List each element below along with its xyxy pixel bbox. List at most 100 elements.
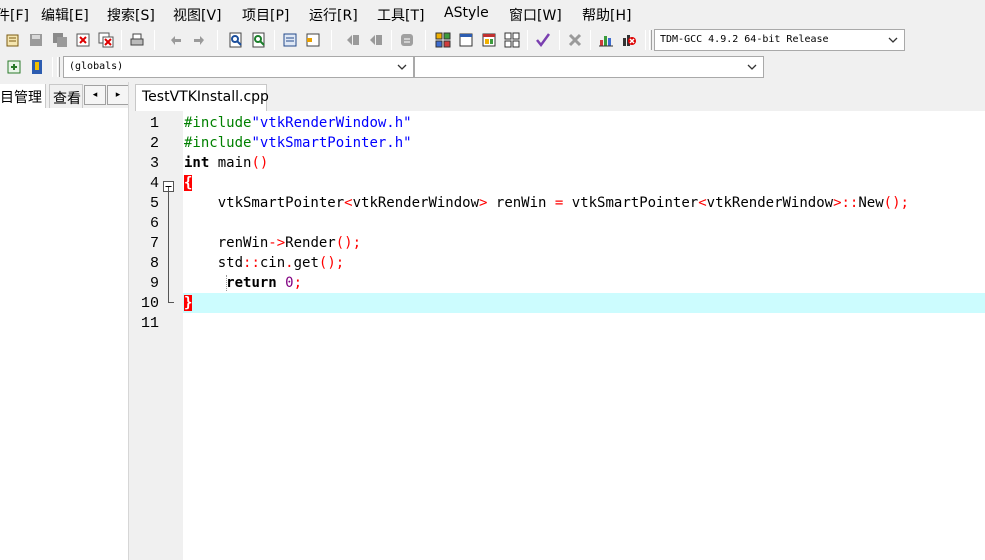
menu-astyle[interactable]: AStyle: [444, 5, 489, 21]
save-icon[interactable]: [26, 30, 46, 50]
string-token: "vtkRenderWindow.h": [251, 115, 412, 131]
menu-help[interactable]: 帮助[H]: [582, 5, 631, 25]
save-all-icon[interactable]: [50, 30, 70, 50]
symbol-select[interactable]: [414, 56, 764, 78]
line-number: 2: [149, 135, 159, 152]
line-number: 6: [149, 215, 159, 232]
symbol-token: ();: [335, 235, 362, 251]
menu-project[interactable]: 项目[P]: [242, 5, 289, 25]
identifier-token: renWin: [184, 235, 269, 251]
identifier-token: vtkSmartPointer: [563, 195, 699, 211]
symbol-token: <: [698, 195, 707, 211]
new-class-icon[interactable]: [4, 57, 24, 77]
tab-project-manager[interactable]: 目管理: [0, 84, 46, 108]
menu-run[interactable]: 运行[R]: [309, 5, 358, 25]
code-text: int main(): [184, 155, 268, 171]
close-icon[interactable]: [73, 30, 93, 50]
menu-window[interactable]: 窗口[W]: [509, 5, 562, 25]
line-number: 5: [149, 195, 159, 212]
code-editor[interactable]: 1 #include"vtkRenderWindow.h" 2 #include…: [135, 111, 985, 560]
symbol-token: .: [285, 255, 294, 271]
find-icon[interactable]: [226, 30, 246, 50]
tab-scroll-right-button[interactable]: ▸: [107, 85, 129, 105]
number-token: 0: [285, 275, 294, 291]
replace-icon[interactable]: [249, 30, 269, 50]
syntax-check-icon[interactable]: [533, 30, 553, 50]
preprocessor-token: #include: [184, 115, 252, 131]
fold-end-marker: [168, 293, 174, 303]
tab-class-view[interactable]: 查看: [49, 84, 83, 108]
project-panel-tabs: 目管理 查看 ◂ ▸: [0, 82, 133, 108]
goto-line-icon[interactable]: [280, 30, 300, 50]
code-line: 9 return 0;: [135, 273, 985, 293]
identifier-token: cin: [259, 255, 286, 271]
debug-icon[interactable]: [619, 30, 639, 50]
scope-select-value: (globals): [69, 61, 124, 72]
compiler-select-value: TDM-GCC 4.9.2 64-bit Release: [660, 34, 829, 45]
line-number: 7: [149, 235, 159, 252]
chevron-down-icon[interactable]: [745, 60, 759, 74]
code-line: 1 #include"vtkRenderWindow.h": [135, 113, 985, 133]
close-all-icon[interactable]: [96, 30, 116, 50]
symbol-token: ();: [883, 195, 909, 211]
class-toolbar: (globals): [0, 54, 985, 80]
tab-testvtkinstall-cpp[interactable]: TestVTKInstall.cpp: [135, 84, 269, 111]
menu-tools[interactable]: 工具[T]: [377, 5, 424, 25]
code-line: 5 vtkSmartPointer<vtkRenderWindow> renWi…: [135, 193, 985, 213]
matched-brace: }: [184, 295, 193, 311]
compiler-select[interactable]: TDM-GCC 4.9.2 64-bit Release: [654, 29, 905, 51]
stop-icon[interactable]: [565, 30, 585, 50]
rebuild-icon[interactable]: [502, 30, 522, 50]
code-line: 10 }: [135, 293, 985, 313]
undo-icon[interactable]: [166, 30, 186, 50]
symbol-token: <: [344, 195, 353, 211]
menu-search[interactable]: 搜索[S]: [107, 5, 155, 25]
insert-icon[interactable]: [27, 57, 47, 77]
tab-scroll-left-button[interactable]: ◂: [84, 85, 106, 105]
current-line-highlight: [183, 293, 985, 313]
code-text: vtkSmartPointer<vtkRenderWindow> renWin …: [184, 195, 909, 211]
project-tree[interactable]: [0, 108, 128, 560]
line-number: 4: [149, 175, 159, 192]
code-text: }: [184, 295, 193, 311]
line-number: 9: [149, 275, 159, 292]
devcpp-window: 件[F] 编辑[E] 搜索[S] 视图[V] 项目[P] 运行[R] 工具[T]…: [0, 0, 985, 560]
print-icon[interactable]: [127, 30, 147, 50]
identifier-token: vtkRenderWindow: [352, 195, 480, 211]
open-project-icon[interactable]: [3, 30, 23, 50]
symbol-token: ::: [243, 255, 260, 271]
identifier-token: vtkSmartPointer: [184, 195, 345, 211]
line-number: 8: [149, 255, 159, 272]
code-line: 4 {: [135, 173, 985, 193]
fold-range-line: [168, 187, 169, 293]
compile-run-icon[interactable]: [479, 30, 499, 50]
scope-select[interactable]: (globals): [63, 56, 414, 78]
bookmark-icon[interactable]: [303, 30, 323, 50]
menu-file[interactable]: 件[F]: [0, 5, 29, 25]
code-text: #include"vtkSmartPointer.h": [184, 135, 412, 151]
code-line: 7 renWin->Render();: [135, 233, 985, 253]
profile-icon[interactable]: [596, 30, 616, 50]
menu-view[interactable]: 视图[V]: [173, 5, 222, 25]
code-text: renWin->Render();: [184, 235, 361, 251]
unindent-icon[interactable]: [366, 30, 386, 50]
panel-splitter[interactable]: [128, 82, 135, 560]
compile-icon[interactable]: [433, 30, 453, 50]
chevron-down-icon[interactable]: [886, 33, 900, 47]
indent-icon[interactable]: [343, 30, 363, 50]
chevron-down-icon[interactable]: [395, 60, 409, 74]
code-line: 8 std::cin.get();: [135, 253, 985, 273]
editor-tabs: TestVTKInstall.cpp: [135, 82, 985, 111]
run-icon[interactable]: [456, 30, 476, 50]
code-line: 3 int main(): [135, 153, 985, 173]
line-number: 11: [140, 315, 159, 332]
toggle-comment-icon[interactable]: [397, 30, 417, 50]
code-text: #include"vtkRenderWindow.h": [184, 115, 412, 131]
preprocessor-token: #include: [184, 135, 252, 151]
redo-icon[interactable]: [189, 30, 209, 50]
line-number: 3: [149, 155, 159, 172]
code-text: std::cin.get();: [184, 255, 345, 271]
menu-edit[interactable]: 编辑[E]: [41, 5, 89, 25]
